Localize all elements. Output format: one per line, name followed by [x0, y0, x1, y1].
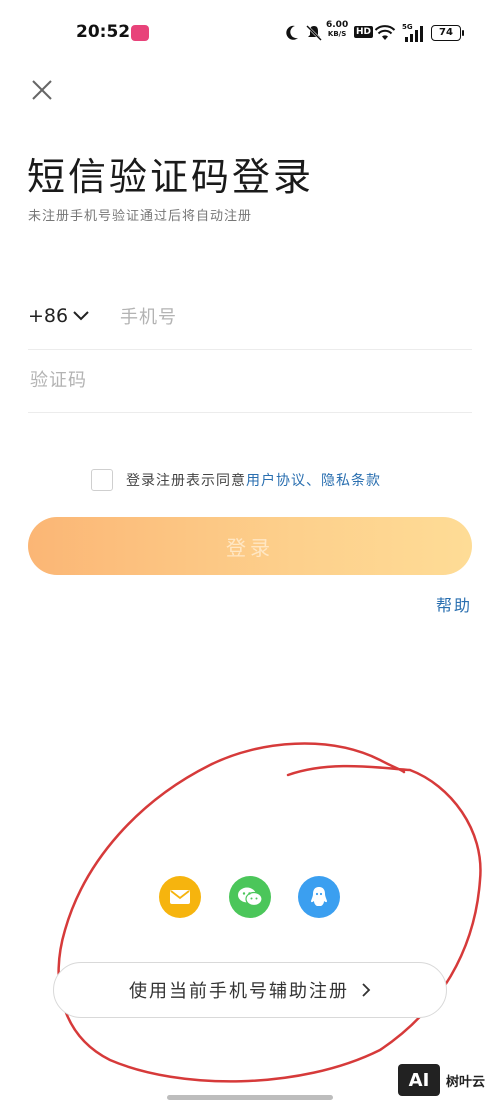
- agreement-text: 登录注册表示同意用户协议、隐私条款: [126, 470, 381, 490]
- chevron-right-icon: [362, 983, 371, 997]
- mail-icon: [170, 890, 190, 904]
- battery-indicator: 74: [431, 25, 461, 41]
- status-time: 20:52: [76, 22, 131, 42]
- watermark-text: 树叶云: [446, 1074, 486, 1090]
- chevron-down-icon[interactable]: [72, 309, 90, 321]
- close-icon[interactable]: [31, 79, 53, 101]
- wechat-icon: [238, 887, 263, 907]
- page-subtitle: 未注册手机号验证通过后将自动注册: [28, 209, 253, 224]
- agreement-prefix: 登录注册表示同意: [126, 473, 246, 489]
- moon-icon: [286, 25, 298, 40]
- watermark: AI 树叶云: [398, 1064, 485, 1096]
- assist-register-label: 使用当前手机号辅助注册: [129, 981, 349, 1002]
- help-link[interactable]: 帮助: [436, 592, 472, 616]
- wechat-login-button[interactable]: [229, 876, 271, 918]
- agreement-checkbox[interactable]: [91, 469, 113, 491]
- hd-icon: HD: [354, 26, 374, 38]
- phone-number-input[interactable]: [118, 298, 472, 336]
- qq-login-button[interactable]: [298, 876, 340, 918]
- assist-register-button[interactable]: 使用当前手机号辅助注册: [53, 962, 447, 1018]
- app-notification-icon: [131, 25, 149, 41]
- agreement-separator: 、: [306, 473, 321, 489]
- country-code-selector[interactable]: +86: [28, 305, 68, 327]
- page-title: 短信验证码登录: [27, 155, 315, 199]
- watermark-logo: AI: [398, 1064, 440, 1096]
- home-indicator[interactable]: [167, 1095, 333, 1100]
- svg-text:5G: 5G: [402, 23, 413, 31]
- login-button-label: 登录: [226, 535, 274, 560]
- qq-icon: [311, 887, 327, 906]
- verification-code-input[interactable]: [28, 361, 472, 399]
- user-agreement-link[interactable]: 用户协议: [246, 473, 306, 489]
- privacy-policy-link[interactable]: 隐私条款: [321, 473, 381, 489]
- login-button[interactable]: 登录: [28, 517, 472, 575]
- mute-bell-icon: [306, 25, 322, 41]
- divider: [28, 412, 472, 413]
- signal-icon: 5G: [402, 23, 423, 42]
- divider: [28, 349, 472, 350]
- wifi-icon: [374, 25, 396, 40]
- mail-login-button[interactable]: [159, 876, 201, 918]
- battery-tip: [462, 30, 464, 36]
- network-speed: 6.00 KB/S: [326, 20, 349, 39]
